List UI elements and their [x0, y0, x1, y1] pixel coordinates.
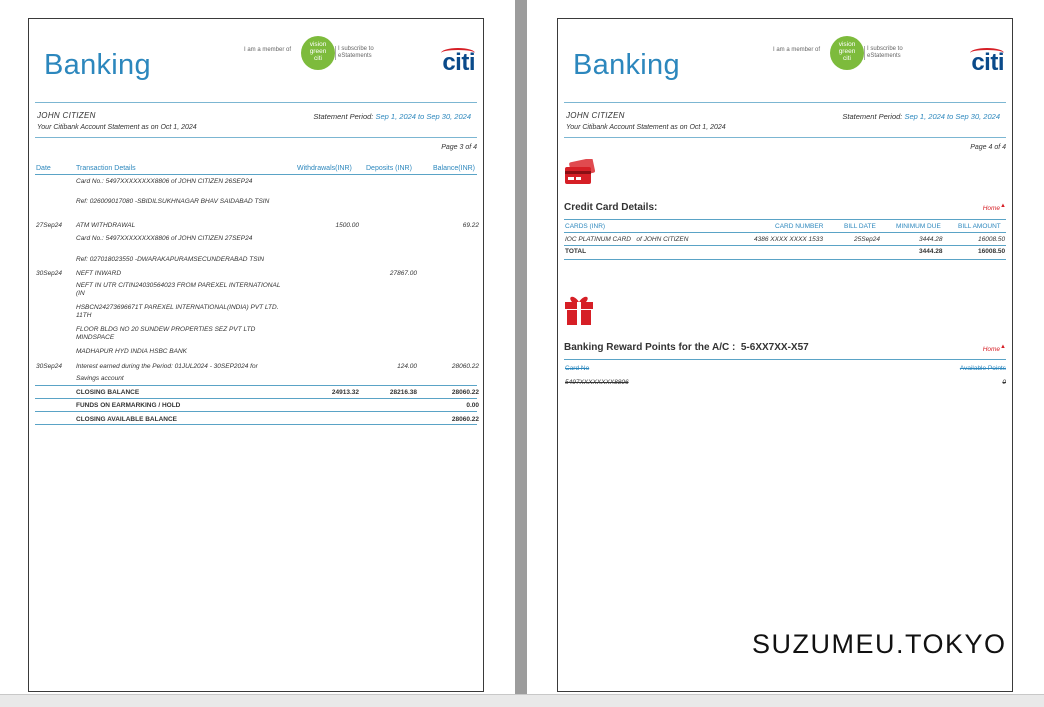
- txn-date: 30Sep24: [36, 270, 63, 277]
- document-page-4: Banking I am a member of vision green citi…: [557, 18, 1013, 692]
- col-header-withdrawals: Withdrawals(INR): [297, 165, 352, 172]
- divider: [564, 137, 1006, 138]
- credit-card-icon: [565, 159, 596, 184]
- txn-date: 30Sep24: [36, 363, 63, 370]
- statement-as-of: Your Citibank Account Statement as on Oc…: [37, 124, 197, 131]
- col-header-details: Transaction Details: [76, 165, 136, 172]
- summary-label: CLOSING AVAILABLE BALANCE: [76, 416, 177, 423]
- cc-total-min-due: 3444.28: [919, 248, 943, 255]
- divider: [564, 259, 1006, 260]
- summary-balance: 28060.22: [451, 389, 479, 396]
- summary-balance: 28060.22: [451, 416, 479, 423]
- statement-period: Statement Period: Sep 1, 2024 to Sep 30,…: [313, 112, 471, 121]
- summary-balance: 0.00: [466, 402, 479, 409]
- estatement-subscribe-text: I subscribe to eStatements: [864, 46, 903, 60]
- txn-details: Interest earned during the Period: 01JUL…: [76, 363, 258, 370]
- txn-details: ATM WITHDRAWAL: [76, 222, 136, 229]
- cc-total-label: TOTAL: [565, 248, 587, 255]
- txn-date: 27Sep24: [36, 222, 63, 229]
- col-header-minimum-due: MINIMUM DUE: [896, 223, 941, 230]
- divider: [564, 245, 1006, 246]
- document-page-3: Banking I am a member of vision green citi…: [28, 18, 484, 692]
- divider: [35, 102, 477, 103]
- divider: [564, 102, 1006, 103]
- status-bar: [0, 694, 1044, 707]
- gift-icon: [565, 296, 593, 325]
- txn-details: Ref: 027018023550 -DWARAKAPURAMSECUNDERA…: [76, 256, 265, 263]
- home-link[interactable]: Home▲: [983, 344, 1006, 353]
- divider: [35, 137, 477, 138]
- col-header-card-number: CARD NUMBER: [775, 223, 824, 230]
- summary-label: FUNDS ON EARMARKING / HOLD: [76, 402, 181, 409]
- watermark: SUZUMEU.TOKYO: [752, 629, 1007, 659]
- cc-card-name: IOC PLATINUM CARD of JOHN CITIZEN: [565, 236, 689, 243]
- customer-name: JOHN CITIZEN: [37, 111, 96, 120]
- member-text: I am a member of: [244, 47, 292, 53]
- credit-card-section-title: Credit Card Details:: [564, 202, 658, 213]
- home-link[interactable]: Home▲: [983, 203, 1006, 212]
- vision-green-citi-logo: vision green citi: [301, 36, 335, 70]
- divider: [564, 359, 1006, 360]
- statement-as-of: Your Citibank Account Statement as on Oc…: [566, 124, 726, 131]
- txn-details: FLOOR BLDG NO 20 SUNDEW PROPERTIES SEZ P…: [76, 326, 256, 341]
- estatement-subscribe-text: I subscribe to eStatements: [335, 46, 374, 60]
- txn-details: MADHAPUR HYD INDIA HSBC BANK: [76, 348, 187, 355]
- brand-title: Banking: [44, 49, 151, 81]
- txn-withdrawal: 1500.00: [335, 222, 360, 229]
- reward-points-title: Banking Reward Points for the A/C : 5-6X…: [564, 342, 809, 353]
- col-header-bill-amount: BILL AMOUNT: [958, 223, 1001, 230]
- col-header-date: Date: [36, 165, 51, 172]
- txn-details: Card No.: 5497XXXXXXXX8806 of JOHN CITIZ…: [76, 235, 253, 242]
- reward-points: 0: [1002, 379, 1006, 386]
- col-header-deposits: Deposits (INR): [366, 165, 412, 172]
- txn-balance: 69.22: [462, 222, 479, 229]
- page-number: Page 3 of 4: [441, 144, 477, 151]
- citi-logo: citi: [442, 49, 475, 76]
- cc-total-amount: 16008.50: [978, 248, 1006, 255]
- txn-details: HSBCN24273696671T PAREXEL INTERNATIONAL(…: [76, 304, 279, 319]
- reward-card-no: 5497XXXXXXXX8806: [565, 379, 629, 386]
- table-header-rule: [35, 174, 477, 175]
- page-gutter: [515, 0, 527, 694]
- cc-card-number: 4386 XXXX XXXX 1533: [754, 236, 824, 243]
- summary-rule: [35, 411, 477, 412]
- summary-rule: [35, 398, 477, 399]
- txn-deposit: 27867.00: [389, 270, 417, 277]
- summary-rule: [35, 385, 477, 386]
- cc-bill-date: 25Sep24: [854, 236, 881, 243]
- divider: [564, 219, 1006, 220]
- col-header-cards: CARDS (INR): [565, 223, 606, 230]
- col-header-balance: Balance(INR): [433, 165, 476, 172]
- member-text: I am a member of: [773, 47, 821, 53]
- brand-title: Banking: [573, 49, 680, 81]
- txn-details: NEFT INWARD: [76, 270, 122, 277]
- citi-logo: citi: [971, 49, 1004, 76]
- cc-bill-amount: 16008.50: [978, 236, 1006, 243]
- col-header-reward-card-no: Card No: [565, 365, 590, 372]
- vision-green-citi-logo: vision green citi: [830, 36, 864, 70]
- txn-details: Ref: 026009017080 -SBIDILSUKHNAGAR BHAV …: [76, 198, 270, 205]
- summary-rule: [35, 424, 477, 425]
- divider: [564, 232, 1006, 233]
- txn-details: NEFT IN UTR CITIN24030564023 FROM PAREXE…: [76, 282, 281, 297]
- customer-name: JOHN CITIZEN: [566, 111, 625, 120]
- page-number: Page 4 of 4: [970, 144, 1006, 151]
- txn-details: Card No.: 5497XXXXXXXX8806 of JOHN CITIZ…: [76, 178, 253, 185]
- txn-balance: 28060.22: [451, 363, 479, 370]
- col-header-bill-date: BILL DATE: [844, 223, 876, 230]
- summary-label: CLOSING BALANCE: [76, 389, 140, 396]
- txn-details: Savings account: [76, 375, 124, 382]
- statement-period: Statement Period: Sep 1, 2024 to Sep 30,…: [842, 112, 1000, 121]
- col-header-available-points: Available Points: [959, 365, 1006, 372]
- cc-minimum-due: 3444.28: [919, 236, 943, 243]
